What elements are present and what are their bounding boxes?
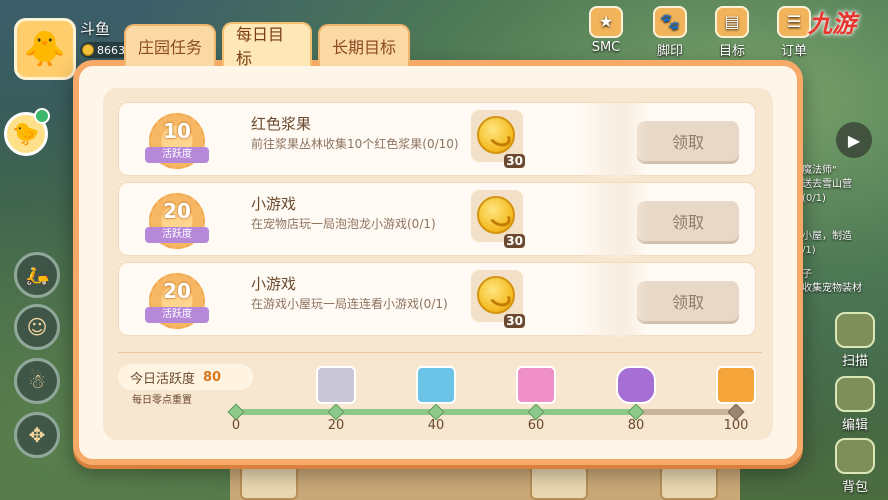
scooter-button[interactable]: 🛵: [14, 252, 60, 298]
target-book-icon: ▤: [715, 6, 749, 38]
gingerbread-button[interactable]: ☃: [14, 358, 60, 404]
backpack-icon: [835, 438, 875, 474]
today-activity: 今日活跃度 80: [118, 364, 253, 390]
task-title: 小游戏: [251, 195, 297, 213]
edit-icon: [835, 376, 875, 412]
reward-chest-80[interactable]: [616, 366, 656, 404]
claim-button[interactable]: 领取: [637, 201, 739, 241]
top-menu-footprint[interactable]: 🐾 脚印: [646, 6, 694, 59]
player-avatar[interactable]: 🐥: [14, 18, 76, 80]
badge-value: 10: [163, 119, 191, 143]
activity-badge: 20 活跃度: [145, 273, 209, 329]
gingerbread-icon: ☃: [28, 369, 46, 393]
top-menu-label: SMC: [591, 40, 621, 55]
task-card: 20 活跃度 小游戏 在游戏小屋玩一局连连看小游戏(0/1) 30 领取: [118, 262, 756, 337]
activity-value: 80: [203, 369, 222, 385]
claim-button[interactable]: 领取: [637, 281, 739, 321]
side-button-label: 背包: [841, 480, 868, 495]
quest-text-line: (0/1): [802, 193, 826, 204]
milestone-label: 100: [723, 418, 749, 433]
side-button-label: 扫描: [841, 354, 868, 369]
bean-coin-icon: [477, 116, 515, 154]
satellite-dish-icon: [835, 312, 875, 348]
bean-coin-icon: [477, 196, 515, 234]
order-icon: ☰: [777, 6, 811, 38]
watermark-logo: 九游: [808, 10, 856, 38]
badge-ribbon: 活跃度: [145, 227, 209, 243]
emote-button[interactable]: ☺: [14, 304, 60, 350]
claim-button[interactable]: 领取: [637, 121, 739, 161]
player-name: 斗鱼: [80, 20, 111, 38]
joystick-button[interactable]: ✥: [14, 412, 60, 458]
task-title: 红色浆果: [251, 115, 312, 133]
top-menu-smc[interactable]: ★ SMC: [582, 6, 630, 58]
reward-slot: 30: [471, 270, 525, 328]
badge-ribbon: 活跃度: [145, 307, 209, 323]
quest-text-line: 收集宠物装材: [802, 283, 862, 294]
tab-long-term-goals[interactable]: 长期目标: [318, 24, 410, 66]
task-description: 在游戏小屋玩一局连连看小游戏(0/1): [251, 297, 448, 311]
side-button-label: 编辑: [841, 418, 868, 433]
badge-value: 20: [163, 199, 191, 223]
badge-ribbon: 活跃度: [145, 147, 209, 163]
hotbar-slot[interactable]: [660, 462, 718, 500]
hotbar-slot[interactable]: [240, 462, 298, 500]
reward-chest-20[interactable]: [316, 366, 356, 404]
reset-note: 每日零点重置: [132, 395, 192, 406]
smc-badge-icon: ★: [589, 6, 623, 38]
play-arrow-icon: ▶: [847, 130, 861, 150]
task-card: 20 活跃度 小游戏 在宠物店玩一局泡泡龙小游戏(0/1) 30 领取: [118, 182, 756, 257]
activity-progress-track: [236, 409, 736, 415]
milestone-label: 40: [427, 418, 445, 433]
quest-text-line: 子: [802, 269, 812, 280]
edit-button[interactable]: 编辑: [832, 376, 878, 436]
activity-badge: 10 活跃度: [145, 113, 209, 169]
badge-value: 20: [163, 279, 191, 303]
top-menu-label: 目标: [718, 44, 745, 59]
scooter-icon: 🛵: [24, 263, 50, 287]
top-menu-goals[interactable]: ▤ 目标: [708, 6, 756, 59]
tab-daily-goals[interactable]: 每日目标: [222, 22, 312, 68]
reward-gift-100[interactable]: [716, 366, 756, 404]
milestone-label: 80: [627, 418, 645, 433]
coin-value: 8663: [97, 43, 125, 57]
top-menu-label: 脚印: [656, 44, 683, 59]
activity-label: 今日活跃度: [130, 371, 196, 387]
wifi-icon: [34, 108, 50, 124]
bean-coin-icon: [477, 276, 515, 314]
face-icon: ☺: [26, 315, 48, 339]
scan-button[interactable]: 扫描: [832, 312, 878, 372]
backpack-button[interactable]: 背包: [832, 438, 878, 498]
task-title: 小游戏: [251, 275, 297, 293]
coin-icon: [82, 44, 94, 56]
top-menu-label: 订单: [780, 44, 807, 59]
task-description: 在宠物店玩一局泡泡龙小游戏(0/1): [251, 217, 436, 231]
paw-print-icon: 🐾: [653, 6, 687, 38]
quest-text-line: 魔法师": [802, 165, 837, 176]
expand-arrow-button[interactable]: ▶: [836, 122, 872, 158]
reward-quantity: 30: [504, 314, 525, 328]
reward-slot: 30: [471, 110, 525, 168]
hotbar-slot[interactable]: [530, 462, 588, 500]
milestone-label: 20: [327, 418, 345, 433]
reward-chest-60[interactable]: [516, 366, 556, 404]
task-description: 前往浆果丛林收集10个红色浆果(0/10): [251, 137, 459, 151]
reward-slot: 30: [471, 190, 525, 248]
reward-chest-40[interactable]: [416, 366, 456, 404]
reward-quantity: 30: [504, 154, 525, 168]
quest-text-line: /1): [802, 245, 816, 256]
section-divider: [118, 352, 762, 353]
tab-farm-tasks[interactable]: 庄园任务: [124, 24, 216, 66]
activity-badge: 20 活跃度: [145, 193, 209, 249]
milestone-label: 0: [231, 418, 241, 433]
task-card: 10 活跃度 红色浆果 前往浆果丛林收集10个红色浆果(0/10) 30 领取: [118, 102, 756, 177]
quest-text-line: 送去雪山营: [802, 179, 852, 190]
quest-text-line: 小屋，制造: [802, 231, 852, 242]
milestone-label: 60: [527, 418, 545, 433]
dpad-icon: ✥: [28, 423, 46, 447]
reward-quantity: 30: [504, 234, 525, 248]
